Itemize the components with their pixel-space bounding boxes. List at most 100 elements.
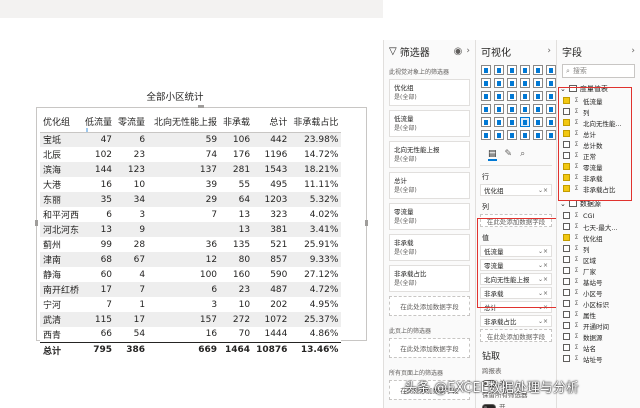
visual-type-icon[interactable] <box>520 104 530 114</box>
checkbox-icon[interactable] <box>563 212 570 219</box>
remove-field-icon[interactable]: × <box>543 318 548 325</box>
visual-type-icon[interactable] <box>481 130 491 140</box>
filter-card[interactable]: 总计 是(全部) <box>389 172 470 199</box>
checkbox-icon[interactable] <box>563 311 570 318</box>
toggle-switch-icon[interactable] <box>482 403 496 408</box>
matrix-visual-icon[interactable] <box>520 117 530 127</box>
keep-filters-toggle[interactable]: 开 <box>476 400 556 408</box>
checkbox-icon[interactable] <box>563 223 570 230</box>
visual-type-icon[interactable] <box>481 104 491 114</box>
visual-type-icon[interactable] <box>533 78 543 88</box>
checkbox-icon[interactable] <box>563 245 570 252</box>
visual-type-icon[interactable] <box>481 78 491 88</box>
visual-type-icon[interactable] <box>494 65 504 75</box>
field-item[interactable]: Σ 厂家 <box>557 265 640 276</box>
visual-type-icon[interactable] <box>546 117 556 127</box>
values-well-item[interactable]: 非承载占比 ⌄ × <box>480 315 552 327</box>
filters-page-drop-zone[interactable]: 在此处添加数据字段 <box>389 338 470 358</box>
filter-card[interactable]: 低流量 是(全部) <box>389 110 470 137</box>
table-cell: 157 <box>148 312 221 327</box>
visual-type-icon[interactable] <box>546 91 556 101</box>
visual-type-icon[interactable] <box>533 117 543 127</box>
visual-type-icon[interactable] <box>546 65 556 75</box>
visual-type-icon[interactable] <box>494 117 504 127</box>
filter-card[interactable]: 非承载 是(全部) <box>389 234 470 261</box>
visual-type-icon[interactable] <box>546 78 556 88</box>
visual-type-icon[interactable] <box>507 91 517 101</box>
resize-handle-top[interactable] <box>198 105 204 108</box>
field-item[interactable]: Σ CGI <box>557 210 640 221</box>
fields-search-input[interactable]: ⌕ 搜索 <box>562 64 635 78</box>
visual-type-icon[interactable] <box>520 78 530 88</box>
values-well-drop-zone[interactable]: 在此处添加数据字段 <box>480 329 552 342</box>
visual-type-icon[interactable] <box>494 91 504 101</box>
checkbox-icon[interactable] <box>563 278 570 285</box>
field-item[interactable]: Σ 基站号 <box>557 276 640 287</box>
filter-card[interactable]: 零流量 是(全部) <box>389 203 470 230</box>
field-item[interactable]: Σ 开通时间 <box>557 320 640 331</box>
field-item[interactable]: Σ 数据源 <box>557 331 640 342</box>
visual-type-icon[interactable] <box>494 78 504 88</box>
field-item[interactable]: Σ 优化组 <box>557 232 640 243</box>
checkbox-icon[interactable] <box>563 300 570 307</box>
field-item[interactable]: Σ 站址号 <box>557 353 640 364</box>
collapse-chevron-icon[interactable]: › <box>547 46 551 56</box>
remove-field-icon[interactable]: × <box>543 187 548 194</box>
fields-tab-icon[interactable]: ▤ <box>488 149 497 161</box>
visual-type-icon[interactable] <box>507 104 517 114</box>
checkbox-icon[interactable] <box>563 267 570 274</box>
checkbox-icon[interactable] <box>563 322 570 329</box>
field-item[interactable]: Σ 小区标识 <box>557 298 640 309</box>
field-item[interactable]: Σ 站名 <box>557 342 640 353</box>
column-header[interactable]: 北向无性能上报 <box>148 111 221 133</box>
visual-type-icon[interactable] <box>507 78 517 88</box>
collapse-chevron-icon[interactable]: › <box>631 46 635 56</box>
checkbox-icon[interactable] <box>563 234 570 241</box>
visual-type-icon[interactable] <box>533 91 543 101</box>
field-item[interactable]: Σ 七天-最大... <box>557 221 640 232</box>
filter-card[interactable]: 优化组 是(全部) <box>389 79 470 106</box>
visual-type-icon[interactable] <box>546 130 556 140</box>
column-header[interactable]: 零流量 <box>115 111 149 133</box>
analytics-tab-icon[interactable]: ⌕ <box>520 149 525 161</box>
visual-type-icon[interactable] <box>481 91 491 101</box>
collapse-chevron-icon[interactable]: › <box>466 46 470 56</box>
visual-type-icon[interactable] <box>507 117 517 127</box>
checkbox-icon[interactable] <box>563 256 570 263</box>
checkbox-icon[interactable] <box>563 344 570 351</box>
column-header[interactable]: 优化组 <box>40 111 83 133</box>
column-header[interactable]: 低流量 <box>82 111 116 133</box>
field-item[interactable]: Σ 小区号 <box>557 287 640 298</box>
format-tab-icon[interactable]: ✎ <box>505 149 513 161</box>
visual-type-icon[interactable] <box>507 65 517 75</box>
field-item[interactable]: Σ列 <box>557 243 640 254</box>
visual-type-icon[interactable] <box>533 130 543 140</box>
filter-card-value: 是(全部) <box>394 156 417 163</box>
filter-card[interactable]: 北向无性能上报 是(全部) <box>389 141 470 168</box>
filter-card[interactable]: 非承载占比 是(全部) <box>389 265 470 292</box>
visual-type-icon[interactable] <box>507 130 517 140</box>
visual-type-icon[interactable] <box>546 104 556 114</box>
rows-well-item[interactable]: 优化组 ⌄ × <box>480 184 552 196</box>
column-header[interactable]: 总计 <box>253 111 291 133</box>
visual-type-icon[interactable] <box>494 130 504 140</box>
visual-type-icon[interactable] <box>520 130 530 140</box>
resize-handle-right[interactable] <box>365 220 368 226</box>
field-item[interactable]: Σ 属性 <box>557 309 640 320</box>
checkbox-icon[interactable] <box>563 289 570 296</box>
visual-type-icon[interactable] <box>520 91 530 101</box>
visual-type-icon[interactable] <box>533 104 543 114</box>
visual-type-icon[interactable] <box>494 104 504 114</box>
resize-handle-left[interactable] <box>35 220 38 226</box>
visual-type-icon[interactable] <box>481 117 491 127</box>
field-item[interactable]: Σ 区域 <box>557 254 640 265</box>
column-header[interactable]: 非承载占比 <box>290 111 342 133</box>
visual-type-icon[interactable] <box>533 65 543 75</box>
visual-type-icon[interactable] <box>520 65 530 75</box>
checkbox-icon[interactable] <box>563 333 570 340</box>
checkbox-icon[interactable] <box>563 355 570 362</box>
column-header[interactable]: 非承载 <box>220 111 254 133</box>
eye-icon[interactable]: ◉ <box>454 46 463 57</box>
filters-visual-drop-zone[interactable]: 在此处添加数据字段 <box>389 296 470 316</box>
visual-type-icon[interactable] <box>481 65 491 75</box>
